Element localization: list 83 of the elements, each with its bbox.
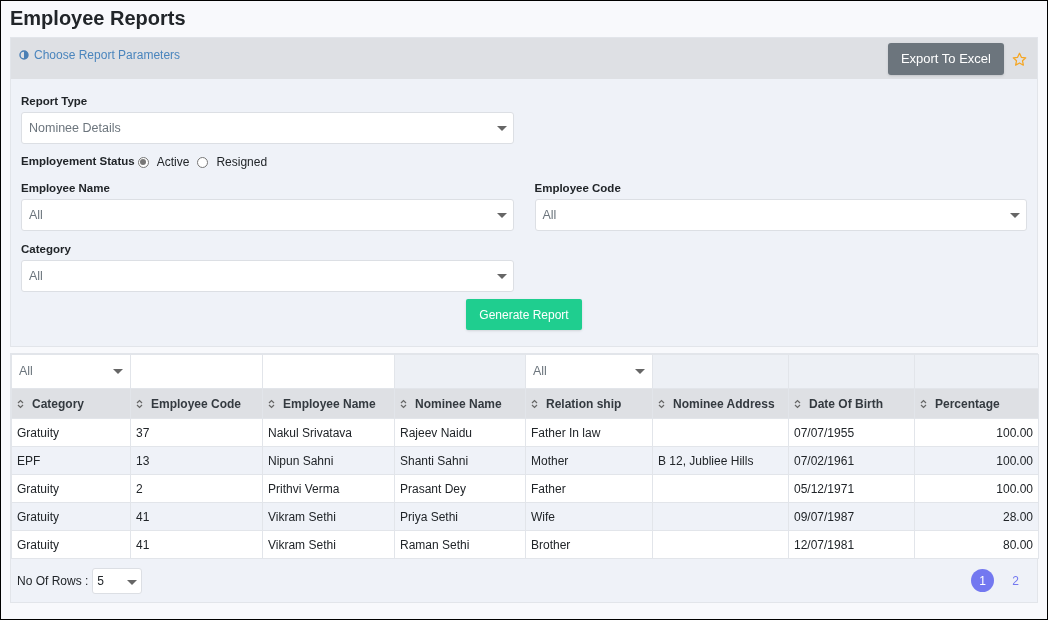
caret-icon	[496, 212, 507, 218]
table-cell: Shanti Sahni	[400, 453, 469, 468]
radio-label: Active	[156, 154, 190, 171]
sort-icon	[136, 398, 143, 409]
column-header[interactable]: Relation ship	[531, 394, 647, 413]
radio-label: Resigned	[216, 154, 268, 171]
table-cell: Gratuity	[17, 537, 59, 552]
table-cell: 09/07/1987	[794, 509, 855, 524]
column-filter-select[interactable]: All	[12, 355, 130, 388]
half-circle-icon	[19, 50, 29, 60]
field-label: Report Type	[21, 94, 89, 109]
table-cell: 12/07/1981	[794, 537, 855, 552]
caret-icon	[113, 369, 123, 374]
table-cell: 100.00	[996, 481, 1033, 496]
column-header[interactable]: Nominee Name	[400, 394, 520, 413]
table-cell: Rajeev Naidu	[400, 425, 473, 440]
table-cell: 41	[136, 509, 150, 524]
page-title: Employee Reports	[10, 6, 187, 31]
table-cell: Father	[531, 481, 566, 496]
table-cell: Gratuity	[17, 425, 59, 440]
table-cell: 80.00	[1002, 537, 1033, 552]
table-cell: Vikram Sethi	[268, 509, 336, 524]
table-cell: 2	[136, 481, 143, 496]
table-cell: EPF	[17, 453, 41, 468]
caret-icon	[1010, 212, 1020, 218]
table-cell: Gratuity	[17, 481, 59, 496]
field-label: Category	[21, 242, 72, 257]
table-cell: 28.00	[1002, 509, 1033, 524]
page-button[interactable]: 1	[971, 569, 994, 592]
radio-button[interactable]	[197, 156, 209, 168]
column-header[interactable]: Employee Name	[268, 394, 389, 413]
column-header[interactable]: Percentage	[920, 394, 1033, 413]
table-cell: 37	[136, 425, 150, 440]
column-header[interactable]: Category	[17, 394, 125, 413]
field-label: Employee Name	[21, 181, 111, 196]
caret-icon	[635, 369, 645, 374]
sort-icon	[400, 398, 407, 409]
table-cell: Priya Sethi	[400, 509, 459, 524]
employee-code-select[interactable]: All	[534, 199, 1027, 231]
table-cell: Father In law	[531, 425, 601, 440]
table-cell: 100.00	[996, 425, 1033, 440]
table-cell: Mother	[531, 453, 569, 468]
table-cell: 07/07/1955	[794, 425, 855, 440]
export-to-excel-button[interactable]: Export To Excel	[887, 43, 1004, 75]
radio-button[interactable]	[137, 156, 149, 168]
table-cell: Prasant Dey	[400, 481, 467, 496]
field-label: Employee Code	[534, 181, 622, 196]
category-select[interactable]: All	[21, 260, 514, 292]
choose-report-parameters-link[interactable]: Choose Report Parameters	[34, 46, 181, 64]
column-filter-select[interactable]: All	[526, 355, 652, 388]
table-cell: 13	[136, 453, 150, 468]
table-cell: Nakul Srivatava	[268, 425, 353, 440]
table-cell: Vikram Sethi	[268, 537, 336, 552]
table-cell: Nipun Sahni	[268, 453, 334, 468]
column-header[interactable]: Nominee Address	[658, 394, 783, 413]
caret-icon	[496, 125, 507, 131]
table-cell: 07/02/1961	[794, 453, 855, 468]
rows-select[interactable]: 5	[92, 567, 143, 594]
sort-icon	[531, 398, 538, 409]
caret-icon	[127, 579, 138, 585]
field-label: Employement Status	[21, 154, 135, 170]
report-type-select[interactable]: Nominee Details	[21, 112, 514, 144]
table-cell: Brother	[531, 537, 571, 552]
column-header[interactable]: Employee Code	[136, 394, 257, 413]
table-cell: Wife	[531, 509, 555, 524]
table-cell: 05/12/1971	[794, 481, 855, 496]
table-cell: Raman Sethi	[400, 537, 470, 552]
sort-icon	[268, 398, 275, 409]
star-icon[interactable]	[1012, 51, 1027, 67]
table-cell: 41	[136, 537, 150, 552]
sort-icon	[794, 398, 801, 409]
rows-label: No Of Rows :	[17, 572, 89, 590]
column-header[interactable]: Date Of Birth	[794, 394, 909, 413]
page-button[interactable]: 2	[1004, 569, 1027, 592]
caret-icon	[496, 273, 507, 279]
sort-icon	[17, 398, 24, 409]
table-cell: B 12, Jubliee Hills	[658, 453, 754, 468]
table-cell: Gratuity	[17, 509, 59, 524]
sort-icon	[658, 398, 665, 409]
table-cell: 100.00	[996, 453, 1033, 468]
employee-name-select[interactable]: All	[21, 199, 514, 231]
sort-icon	[920, 398, 927, 409]
table-cell: Prithvi Verma	[268, 481, 340, 496]
